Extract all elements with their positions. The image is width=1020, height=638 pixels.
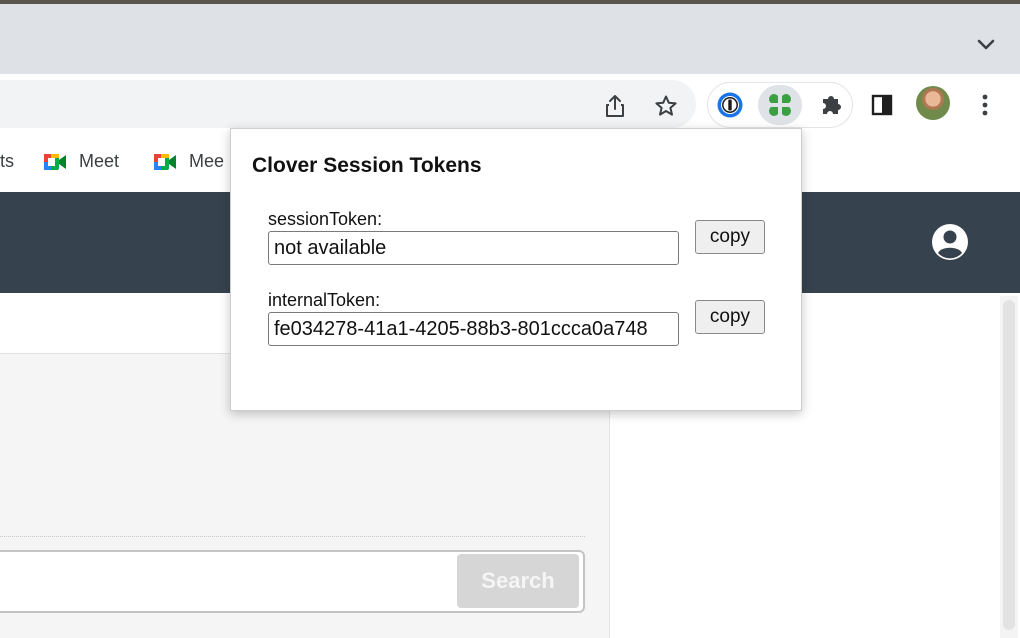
side-panel-button[interactable] <box>866 89 898 121</box>
copy-internal-token-button[interactable]: copy <box>695 300 765 334</box>
bookmark-item[interactable]: ts <box>0 151 14 172</box>
internal-token-label: internalToken: <box>268 290 381 310</box>
kebab-menu-icon <box>982 94 988 116</box>
avatar[interactable] <box>916 86 950 120</box>
meet-icon <box>154 153 176 170</box>
meet-icon <box>44 153 66 170</box>
share-icon <box>606 95 624 117</box>
bookmark-item[interactable]: Meet <box>43 151 119 172</box>
bookmark-label: ts <box>0 151 15 171</box>
onepassword-extension-button[interactable] <box>714 89 746 121</box>
bookmark-item[interactable]: Mee <box>153 151 224 172</box>
bookmark-star-button[interactable] <box>652 92 680 120</box>
tab-search-button[interactable] <box>974 33 998 57</box>
scrollbar-thumb[interactable] <box>1003 300 1015 630</box>
extensions-menu-button[interactable] <box>815 89 847 121</box>
copy-session-token-button[interactable]: copy <box>695 220 765 254</box>
extension-popup: Clover Session Tokens sessionToken: copy… <box>230 128 802 411</box>
divider <box>0 536 585 537</box>
account-circle-icon[interactable] <box>931 223 969 261</box>
bookmark-label: Mee <box>189 151 225 171</box>
clover-icon <box>768 93 792 117</box>
puzzle-icon <box>823 96 841 114</box>
side-panel-icon <box>871 94 893 116</box>
address-bar[interactable] <box>0 80 696 128</box>
window-top-edge <box>0 0 1020 4</box>
chevron-down-icon <box>977 39 995 50</box>
session-token-label: sessionToken: <box>268 209 383 229</box>
popup-title: Clover Session Tokens <box>252 154 482 177</box>
internal-token-field[interactable] <box>268 312 679 346</box>
clover-extension-button[interactable] <box>764 89 796 121</box>
browser-menu-button[interactable] <box>969 89 1001 121</box>
session-token-field[interactable] <box>268 231 679 265</box>
onepassword-icon <box>717 92 743 118</box>
bookmark-label: Meet <box>79 151 120 171</box>
tab-strip <box>0 0 1020 74</box>
share-button[interactable] <box>601 92 629 120</box>
star-icon <box>655 95 677 116</box>
search-button[interactable]: Search <box>457 554 579 608</box>
